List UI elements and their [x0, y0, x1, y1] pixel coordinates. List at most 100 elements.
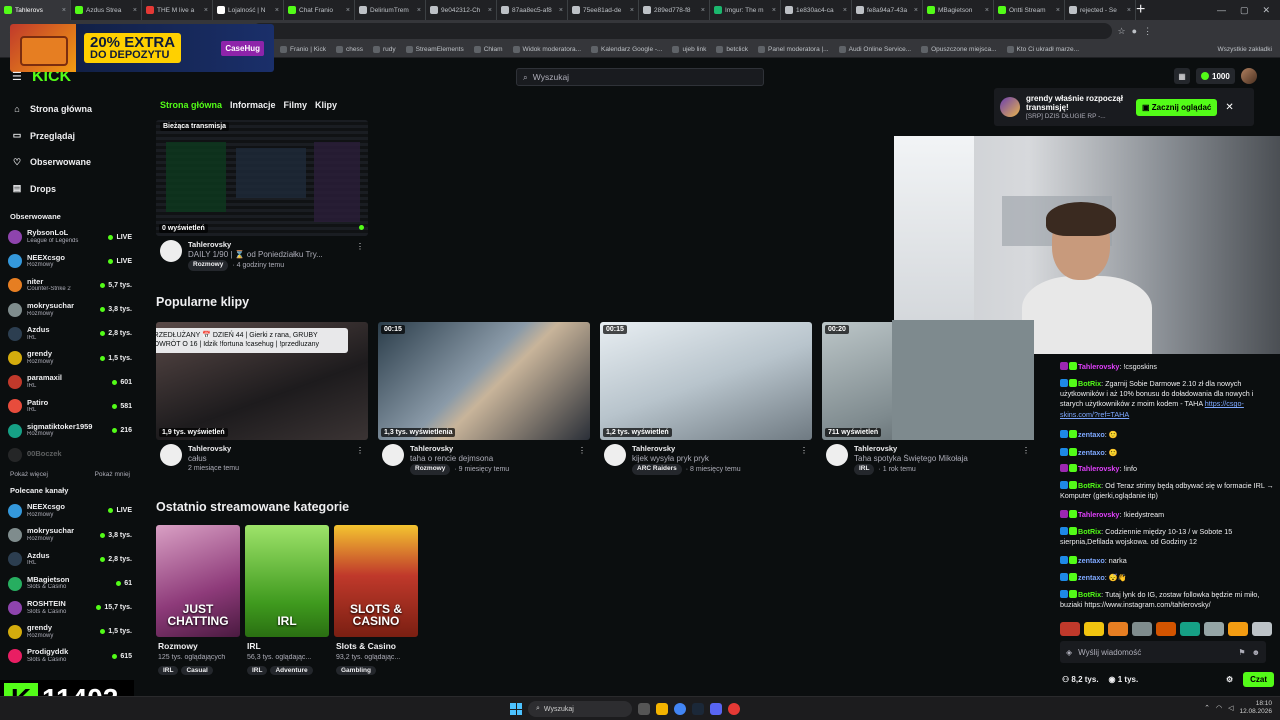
- sidebar-channel[interactable]: Azdus IRL 2,8 tys.: [0, 322, 140, 346]
- chat-username[interactable]: zentaxo: [1078, 573, 1105, 582]
- close-tab-icon[interactable]: ×: [914, 7, 918, 14]
- menu-icon[interactable]: ⋮: [1143, 26, 1152, 37]
- show-more-link[interactable]: Pokaż więcej: [10, 471, 48, 478]
- bookmark-item[interactable]: StreamElements: [405, 46, 464, 53]
- channel-tab[interactable]: Filmy: [284, 100, 308, 110]
- channel-avatar[interactable]: [382, 444, 404, 466]
- clip-thumbnail[interactable]: 00:15 1,3 tys. wyświetlenia: [378, 322, 590, 440]
- channel-avatar[interactable]: [826, 444, 848, 466]
- chat-username[interactable]: zentaxo: [1078, 556, 1105, 565]
- channel-avatar[interactable]: [160, 240, 182, 262]
- sidebar-channel[interactable]: sigmatiktoker1959 Rozmowy 216: [0, 419, 140, 443]
- sidebar-channel[interactable]: Prodigyddk Slots & Casino 615: [0, 644, 140, 668]
- clock[interactable]: 18:10 12.08.2026: [1239, 700, 1272, 716]
- sidebar-nav-item[interactable]: ⌂ Strona główna: [0, 96, 140, 123]
- sidebar-channel[interactable]: Azdus IRL 2,8 tys.: [0, 547, 140, 571]
- start-watching-button[interactable]: ▣ Zacznij oglądać: [1136, 98, 1218, 116]
- chat-username[interactable]: zentaxo: [1078, 448, 1105, 457]
- sidebar-channel[interactable]: MBagietson Slots & Casino 61: [0, 571, 140, 595]
- file-explorer-icon[interactable]: [656, 703, 668, 715]
- emote-2[interactable]: [1084, 622, 1104, 636]
- sidebar-channel[interactable]: paramaxil IRL 601: [0, 370, 140, 394]
- task-view-icon[interactable]: [638, 703, 650, 715]
- chrome-icon[interactable]: [674, 703, 686, 715]
- sidebar-channel[interactable]: niter Counter-Strike 2 5,7 tys.: [0, 273, 140, 297]
- close-tab-icon[interactable]: ×: [559, 7, 563, 14]
- settings-gear-icon[interactable]: ⚙: [1226, 675, 1233, 684]
- sidebar-nav-item[interactable]: ♡ Obserwowane: [0, 149, 140, 176]
- close-tab-icon[interactable]: ×: [1127, 7, 1131, 14]
- browser-tab[interactable]: 87aa8ec5-af8 ×: [497, 0, 568, 20]
- bookmark-item[interactable]: Kto Ci ukradł marze...: [1006, 46, 1079, 53]
- channel-avatar[interactable]: [604, 444, 626, 466]
- browser-tab[interactable]: 1e830ac4-ca ×: [781, 0, 852, 20]
- chat-username[interactable]: Tahlerovsky: [1078, 464, 1119, 473]
- chat-username[interactable]: BotRix: [1078, 481, 1101, 490]
- browser-tab[interactable]: 289ed778-f8 ×: [639, 0, 710, 20]
- profile-icon[interactable]: ●: [1132, 26, 1137, 36]
- channel-tab[interactable]: Klipy: [315, 100, 337, 110]
- emote-picker-icon[interactable]: ☻: [1252, 648, 1260, 657]
- close-tab-icon[interactable]: ×: [346, 7, 350, 14]
- clip-title[interactable]: taha o rencie dejmsona: [410, 454, 509, 464]
- category-tag[interactable]: IRL: [247, 666, 268, 675]
- discord-icon[interactable]: [710, 703, 722, 715]
- bookmark-item[interactable]: Panel moderatora |...: [758, 46, 829, 53]
- new-tab-icon[interactable]: +: [1136, 1, 1145, 19]
- close-tab-icon[interactable]: ×: [62, 7, 66, 14]
- sidebar-channel[interactable]: grendy Rozmowy 1,5 tys.: [0, 346, 140, 370]
- library-icon[interactable]: ▦: [1174, 68, 1190, 84]
- browser-tab[interactable]: DeliriumTrem ×: [355, 0, 426, 20]
- more-options-icon[interactable]: ⋮: [356, 446, 364, 455]
- close-tab-icon[interactable]: ×: [488, 7, 492, 14]
- category-tag[interactable]: Casual: [181, 666, 213, 675]
- show-less-link[interactable]: Pokaż mniej: [95, 471, 130, 478]
- bookmark-item[interactable]: rudy: [373, 46, 396, 53]
- close-icon[interactable]: ✕: [1225, 102, 1233, 113]
- wifi-icon[interactable]: ◠: [1216, 704, 1222, 712]
- windows-start-icon[interactable]: [510, 703, 522, 715]
- browser-tab[interactable]: Ontti Stream ×: [994, 0, 1065, 20]
- clip-title[interactable]: kijek wysyła pryk pryk: [632, 454, 741, 464]
- menu-toggle-icon[interactable]: ☰: [12, 70, 22, 83]
- category-name[interactable]: Slots & Casino: [336, 641, 396, 651]
- close-tab-icon[interactable]: ×: [275, 7, 279, 14]
- category-tag[interactable]: Gambling: [336, 666, 376, 675]
- bookmark-item[interactable]: Widok moderatora...: [512, 46, 581, 53]
- more-options-icon[interactable]: ⋮: [356, 242, 364, 251]
- sidebar-channel[interactable]: NEEXcsgo Rozmowy LIVE: [0, 249, 140, 273]
- category-card[interactable]: IRL: [245, 525, 329, 637]
- clip-tag[interactable]: Rozmowy: [410, 464, 451, 475]
- bookmark-item[interactable]: betclick: [716, 46, 748, 53]
- close-tab-icon[interactable]: ×: [772, 7, 776, 14]
- clip-channel[interactable]: Tahlerovsky: [188, 444, 239, 454]
- browser-tab[interactable]: 75ee81ad-de ×: [568, 0, 639, 20]
- browser-tab[interactable]: fe8a94a7-43a ×: [852, 0, 923, 20]
- browser-tab[interactable]: 9e042312-Ch ×: [426, 0, 497, 20]
- clip-channel[interactable]: Tahlerovsky: [632, 444, 741, 454]
- bookmark-item[interactable]: ujeb link: [672, 46, 706, 53]
- sidebar-channel[interactable]: NEEXcsgo Rozmowy LIVE: [0, 499, 140, 523]
- bookmark-item[interactable]: Opuszczone miejsca...: [921, 46, 997, 53]
- chat-username[interactable]: BotRix: [1078, 379, 1101, 388]
- clip-preview-4[interactable]: [892, 320, 1034, 440]
- volume-icon[interactable]: ◁: [1228, 704, 1233, 712]
- shield-icon[interactable]: ◈: [1066, 648, 1072, 657]
- chat-username[interactable]: BotRix: [1078, 527, 1101, 536]
- category-card[interactable]: SLOTS & CASINO: [334, 525, 418, 637]
- close-tab-icon[interactable]: ×: [204, 7, 208, 14]
- bookmark-item[interactable]: Franio | Kick: [280, 46, 326, 53]
- sidebar-channel[interactable]: Patiro IRL 581: [0, 394, 140, 418]
- more-options-icon[interactable]: ⋮: [1022, 446, 1030, 455]
- category-tag[interactable]: IRL: [158, 666, 179, 675]
- sidebar-channel[interactable]: mokrysuchar Rozmowy 3,8 tys.: [0, 523, 140, 547]
- close-tab-icon[interactable]: ×: [985, 7, 989, 14]
- sidebar-channel[interactable]: RybsonLoL League of Legends LIVE: [0, 225, 140, 249]
- sidebar-channel[interactable]: grendy Rozmowy 1,5 tys.: [0, 620, 140, 644]
- close-tab-icon[interactable]: ×: [701, 7, 705, 14]
- clip-channel[interactable]: Tahlerovsky: [410, 444, 509, 454]
- channel-name[interactable]: Tahlerovsky: [188, 240, 323, 250]
- emote-3[interactable]: [1108, 622, 1128, 636]
- category-card[interactable]: JUST CHATTING: [156, 525, 240, 637]
- minimize-icon[interactable]: —: [1217, 5, 1226, 16]
